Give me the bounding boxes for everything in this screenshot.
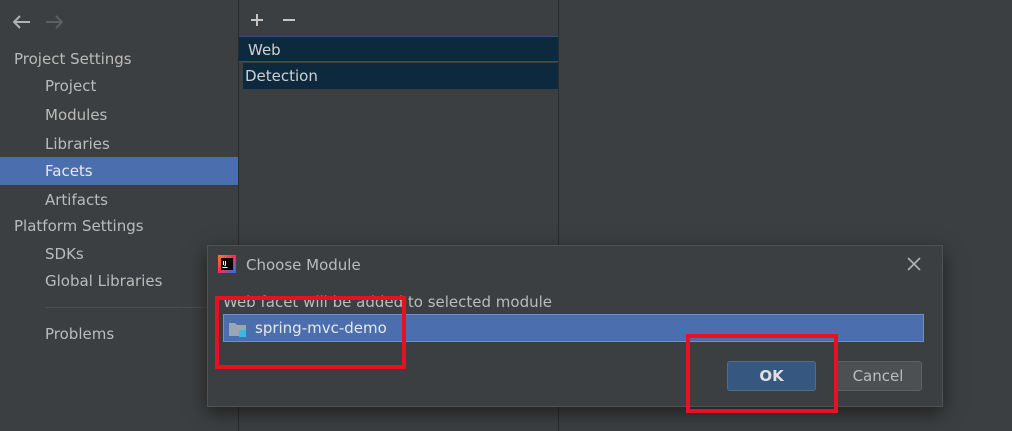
cancel-button[interactable]: Cancel bbox=[834, 361, 922, 391]
intellij-idea-icon: IJ bbox=[218, 255, 236, 273]
sidebar-item-artifacts[interactable]: Artifacts bbox=[0, 186, 238, 214]
project-settings-header: Project Settings bbox=[14, 50, 132, 68]
plus-icon[interactable] bbox=[247, 8, 267, 32]
sidebar-item-project[interactable]: Project bbox=[0, 72, 238, 100]
sidebar-item-global-libraries[interactable]: Global Libraries bbox=[0, 267, 238, 295]
intellij-idea-icon-text: IJ bbox=[223, 261, 227, 267]
facet-item-web[interactable]: Web bbox=[239, 36, 558, 62]
arrow-right-icon[interactable] bbox=[42, 10, 66, 34]
dialog-title: Choose Module bbox=[246, 256, 361, 274]
annotation-box-module bbox=[215, 296, 406, 369]
close-icon[interactable] bbox=[906, 256, 922, 272]
arrow-left-icon[interactable] bbox=[10, 10, 34, 34]
sidebar-item-problems[interactable]: Problems bbox=[0, 320, 238, 348]
facet-item-detection[interactable]: Detection bbox=[243, 63, 558, 89]
settings-sidebar: Project Settings Project Modules Librari… bbox=[0, 0, 239, 431]
sidebar-item-sdks[interactable]: SDKs bbox=[0, 240, 238, 268]
annotation-box-ok bbox=[686, 334, 838, 413]
sidebar-item-facets[interactable]: Facets bbox=[0, 157, 238, 185]
project-structure-window: Project Settings Project Modules Librari… bbox=[0, 0, 1012, 431]
sidebar-item-modules[interactable]: Modules bbox=[0, 101, 238, 129]
facets-toolbar bbox=[247, 8, 299, 32]
minus-icon[interactable] bbox=[279, 8, 299, 32]
sidebar-item-libraries[interactable]: Libraries bbox=[0, 130, 238, 158]
platform-settings-header: Platform Settings bbox=[14, 217, 144, 235]
navigation-arrows bbox=[10, 10, 66, 36]
